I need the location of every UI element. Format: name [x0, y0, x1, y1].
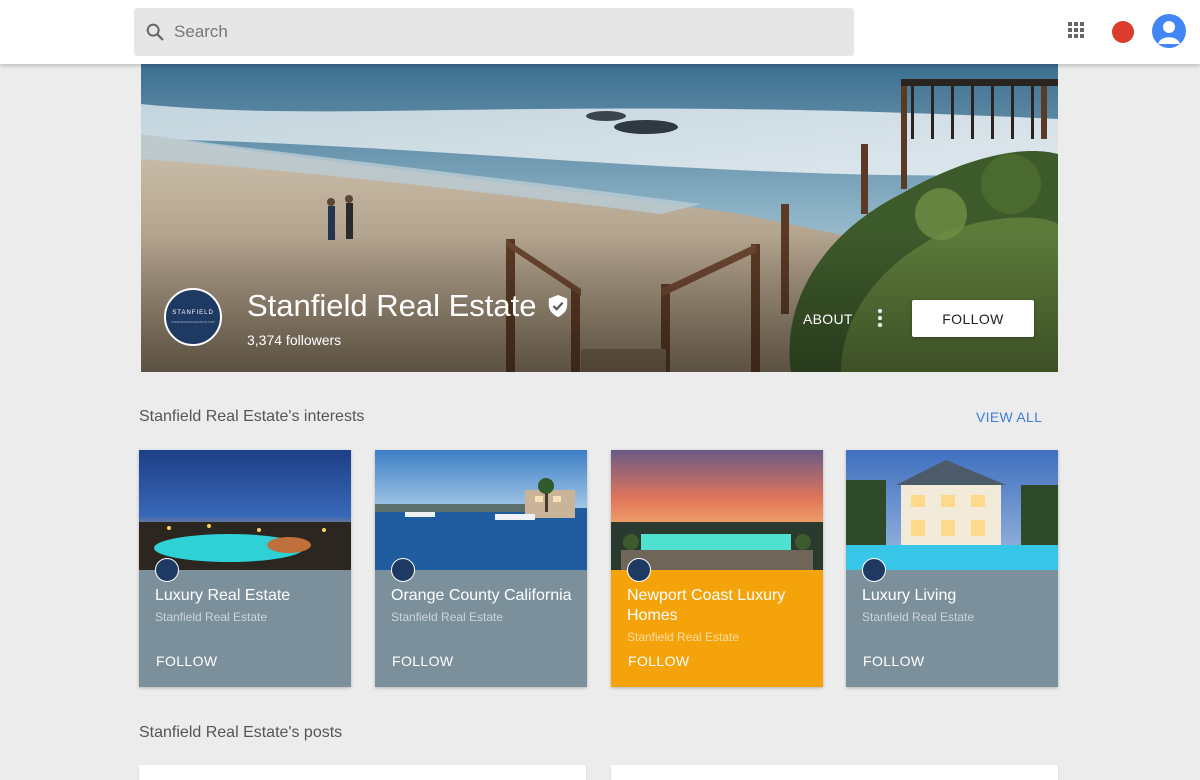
card-subtitle: Stanfield Real Estate [155, 610, 268, 624]
top-bar [0, 0, 1200, 64]
card-title: Luxury Living [862, 587, 957, 604]
verified-badge-icon [548, 295, 567, 317]
user-icon [1158, 21, 1180, 44]
card-subtitle: Stanfield Real Estate [627, 630, 740, 644]
interests-heading: Stanfield Real Estate's interests [139, 408, 365, 425]
interest-card-newport-coast-luxury-homes[interactable]: Newport Coast Luxury Homes Stanfield Rea… [611, 450, 823, 687]
search-input[interactable] [174, 22, 774, 42]
card-follow-button[interactable]: FOLLOW [156, 653, 218, 669]
notification-indicator[interactable] [1112, 21, 1134, 43]
about-link[interactable]: ABOUT [803, 311, 853, 327]
card-follow-button[interactable]: FOLLOW [392, 653, 454, 669]
card-subtitle: Stanfield Real Estate [391, 610, 504, 624]
card-image [375, 450, 587, 570]
avatar[interactable] [1152, 14, 1186, 48]
profile-banner: STANFIELD STANFIELDREALESTATE.COM Stanfi… [141, 64, 1058, 372]
interest-card-luxury-living[interactable]: Luxury Living Stanfield Real Estate FOLL… [846, 450, 1058, 687]
interest-card-orange-county-california[interactable]: Orange County California Stanfield Real … [375, 450, 587, 687]
profile-title: Stanfield Real Estate [247, 288, 569, 324]
card-image [611, 450, 823, 570]
interest-card-luxury-real-estate[interactable]: Luxury Real Estate Stanfield Real Estate… [139, 450, 351, 687]
card-image [139, 450, 351, 570]
follower-count: 3,374 followers [247, 332, 342, 348]
post-card[interactable] [611, 765, 1058, 780]
profile-name: Stanfield Real Estate [247, 288, 537, 323]
card-image [846, 450, 1058, 570]
card-follow-button[interactable]: FOLLOW [628, 653, 690, 669]
apps-grid-icon[interactable] [1068, 22, 1088, 42]
search-bar[interactable] [134, 8, 854, 56]
post-card[interactable] [139, 765, 586, 780]
card-subtitle: Stanfield Real Estate [862, 610, 975, 624]
brand-logo-mini [155, 558, 179, 582]
more-options-icon[interactable] [877, 309, 883, 327]
card-title: Orange County California [391, 587, 572, 604]
card-follow-button[interactable]: FOLLOW [863, 653, 925, 669]
card-title: Luxury Real Estate [155, 587, 291, 604]
card-title: Newport Coast Luxury Homes [627, 587, 786, 624]
search-icon [146, 23, 164, 41]
brand-logo-mini [862, 558, 886, 582]
brand-logo-mini [627, 558, 651, 582]
brand-logo-mini [391, 558, 415, 582]
view-all-link[interactable]: VIEW ALL [976, 409, 1042, 425]
brand-logo[interactable]: STANFIELD STANFIELDREALESTATE.COM [164, 288, 222, 346]
follow-button[interactable]: FOLLOW [912, 300, 1034, 337]
posts-heading: Stanfield Real Estate's posts [139, 724, 343, 741]
